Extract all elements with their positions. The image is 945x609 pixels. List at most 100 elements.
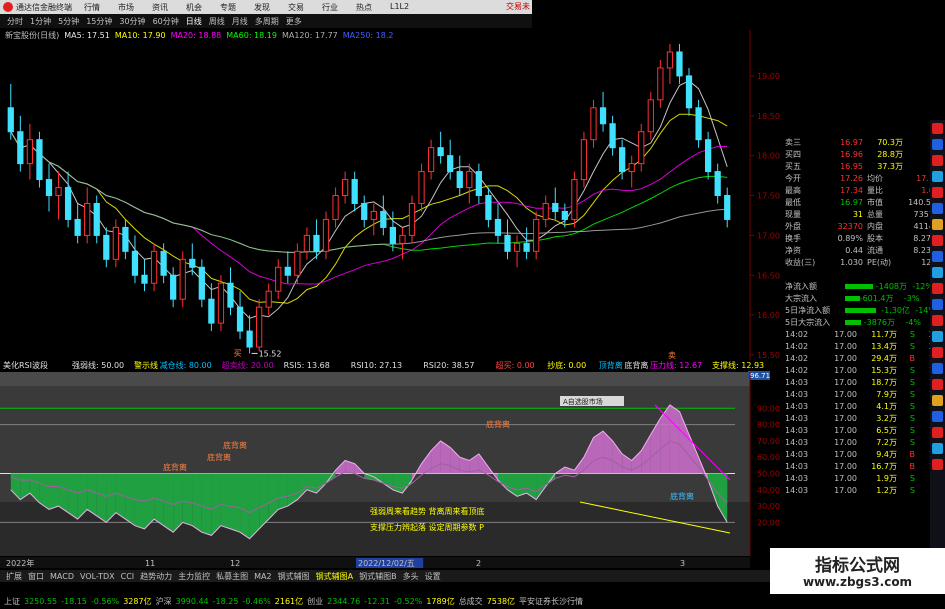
tick-volume: 4.1万 — [876, 401, 897, 411]
indicator-tab-0[interactable]: 扩展 — [6, 571, 22, 582]
candle-body — [332, 195, 339, 220]
money-flow-pct: -4% — [905, 317, 921, 327]
menu-item[interactable]: 专题 — [220, 2, 236, 13]
rsi-band-low — [249, 473, 260, 539]
indicator-tab-2[interactable]: MACD — [50, 572, 74, 581]
tick-side: S — [909, 341, 915, 351]
candle-body — [571, 179, 578, 220]
period-tab-2[interactable]: 5分钟 — [58, 16, 79, 27]
tick-time: 14:03 — [785, 413, 809, 423]
order-book-label: 卖三 — [785, 137, 801, 147]
toolbar-tool-icon[interactable] — [932, 123, 943, 134]
toolbar-tool-icon[interactable] — [932, 395, 943, 406]
toolbar-tool-icon[interactable] — [932, 283, 943, 294]
toolbar-tool-icon[interactable] — [932, 139, 943, 150]
menu-item[interactable]: 交易 — [288, 2, 304, 13]
indicator-tab-11[interactable]: 钢式辅图B — [359, 571, 397, 582]
toolbar-tool-icon[interactable] — [932, 251, 943, 262]
candle — [485, 187, 492, 228]
toolbar-tool-icon[interactable] — [932, 347, 943, 358]
menu-item[interactable]: 资讯 — [152, 2, 168, 13]
menu-item[interactable]: 市场 — [118, 2, 134, 13]
period-tab-10[interactable]: 更多 — [286, 16, 302, 27]
toolbar-tool-icon[interactable] — [932, 267, 943, 278]
candle — [504, 219, 511, 260]
market-item: -0.46% — [242, 597, 271, 606]
tick-time: 14:03 — [785, 377, 809, 387]
indicator-tab-7[interactable]: 私募主图 — [216, 571, 248, 582]
candle — [437, 131, 444, 164]
tick-row: 14:0217.0011.7万S25 — [780, 328, 945, 340]
indicator-tab-13[interactable]: 设置 — [425, 571, 441, 582]
money-flow-value: -3876万 — [863, 317, 895, 327]
period-tab-7[interactable]: 周线 — [209, 16, 225, 27]
tick-side: S — [909, 413, 915, 423]
toolbar-tool-icon[interactable] — [932, 331, 943, 342]
indicator-tab-10[interactable]: 钢式辅图A — [316, 571, 353, 582]
toolbar-tool-icon[interactable] — [932, 443, 943, 454]
toolbar-tool-icon[interactable] — [932, 235, 943, 246]
stat-label: 收益(三) — [785, 257, 816, 267]
candle — [189, 243, 196, 276]
time-axis-label: 2022年 — [6, 558, 34, 568]
toolbar-tool-icon[interactable] — [932, 363, 943, 374]
candle-body — [198, 266, 205, 300]
quote-stat-row: 最高17.34量比1.06 — [780, 184, 945, 196]
toolbar-tool-icon[interactable] — [932, 315, 943, 326]
period-tab-5[interactable]: 60分钟 — [153, 16, 179, 27]
rsi-band-low — [517, 473, 527, 497]
candle-body — [695, 107, 702, 141]
candle-body — [456, 171, 463, 189]
market-item: -0.52% — [394, 597, 423, 606]
menu-item[interactable]: 热点 — [356, 2, 372, 13]
candle — [93, 195, 100, 244]
candle-body — [303, 234, 311, 252]
tick-row: 14:0317.006.5万S12 — [780, 424, 945, 436]
period-tab-0[interactable]: 分时 — [7, 16, 23, 27]
indicator-tab-3[interactable]: VOL-TDX — [80, 572, 115, 581]
market-item: 沪深 — [155, 597, 172, 606]
tick-row: 14:0217.0029.4万B16 — [780, 352, 945, 364]
candle-body — [485, 195, 492, 220]
menu-item[interactable]: 发现 — [254, 2, 270, 13]
indicator-tab-9[interactable]: 钢式辅图 — [278, 571, 310, 582]
tick-time: 14:02 — [785, 329, 809, 339]
period-tab-9[interactable]: 多周期 — [255, 16, 279, 27]
period-tab-1[interactable]: 1分钟 — [30, 16, 51, 27]
indicator-tab-5[interactable]: 趋势动力 — [140, 571, 172, 582]
tick-volume: 29.4万 — [871, 353, 897, 363]
indicator-tab-4[interactable]: CCI — [121, 572, 135, 581]
toolbar-tool-icon[interactable] — [932, 379, 943, 390]
indicator-tab-8[interactable]: MA2 — [254, 572, 271, 581]
menu-item[interactable]: 机会 — [186, 2, 202, 13]
trade-link[interactable]: 交易未 — [506, 1, 530, 12]
toolbar-tool-icon[interactable] — [932, 155, 943, 166]
indicator-legend-item: 支撑线: 12.93 — [712, 360, 764, 370]
candle-body — [619, 147, 626, 173]
indicator-tab-1[interactable]: 窗口 — [28, 571, 44, 582]
toolbar-tool-icon[interactable] — [932, 299, 943, 310]
toolbar-tool-icon[interactable] — [932, 411, 943, 422]
toolbar-tool-icon[interactable] — [932, 427, 943, 438]
candle-body — [351, 179, 358, 204]
toolbar-tool-icon[interactable] — [932, 187, 943, 198]
indicator-tab-6[interactable]: 主力监控 — [178, 571, 210, 582]
menu-item[interactable]: L1L2 — [390, 2, 409, 13]
stat-label: 外盘 — [785, 221, 801, 231]
indicator-tab-12[interactable]: 多头 — [403, 571, 419, 582]
menu-item[interactable]: 行情 — [84, 2, 100, 13]
period-bar: 分时 1分钟 5分钟 15分钟 30分钟 60分钟 日线 周线 月线 多周期 更多 — [0, 14, 532, 28]
period-tab-4[interactable]: 30分钟 — [119, 16, 145, 27]
menu-item[interactable]: 行业 — [322, 2, 338, 13]
divergence-label: 底背离 — [163, 462, 187, 472]
period-tab-8[interactable]: 月线 — [232, 16, 248, 27]
candle — [361, 195, 368, 228]
toolbar-tool-icon[interactable] — [932, 171, 943, 182]
toolbar-tool-icon[interactable] — [932, 459, 943, 470]
toolbar-tool-icon[interactable] — [932, 219, 943, 230]
period-tab-3[interactable]: 15分钟 — [86, 16, 112, 27]
candle-body — [160, 250, 167, 276]
period-tab-6[interactable]: 日线 — [186, 16, 202, 27]
candle — [647, 91, 654, 140]
toolbar-tool-icon[interactable] — [932, 203, 943, 214]
